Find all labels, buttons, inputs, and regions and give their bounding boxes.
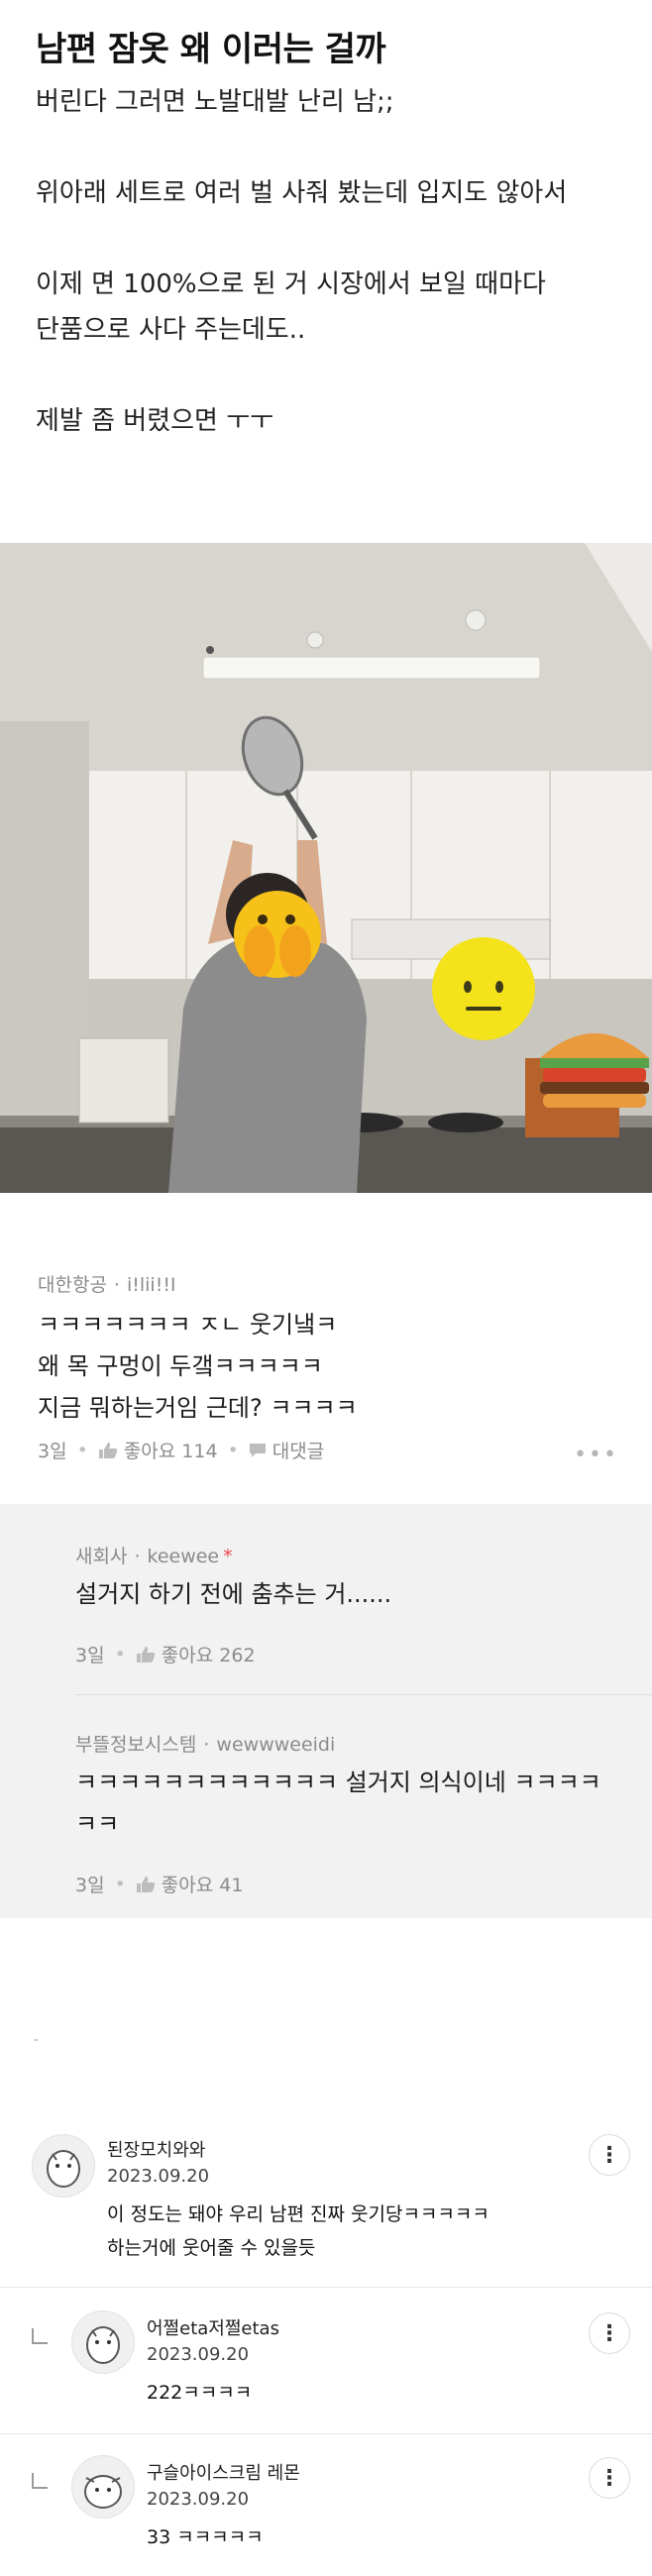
comment-line: 왜 목 구멍이 두갴ㅋㅋㅋㅋㅋ xyxy=(38,1352,323,1380)
comment-menu-button[interactable]: ⋮ xyxy=(589,2312,630,2354)
post-line: 위아래 세트로 여러 벌 사줘 봤는데 입지도 않아서 xyxy=(36,178,568,208)
author-mark: * xyxy=(223,1546,233,1567)
neutral-face-emoji-icon xyxy=(432,937,535,1040)
post-line: 버린다 그러면 노발대발 난리 남;; xyxy=(36,87,394,117)
thumbs-up-icon xyxy=(136,1876,156,1892)
kitchen-photo-icon xyxy=(0,543,652,1193)
separator-dot: • xyxy=(76,1439,88,1461)
reply-meta: 새회사 · keewee * xyxy=(75,1546,233,1567)
author-name[interactable]: i!lii!!I xyxy=(127,1274,176,1296)
comment-line: 222ㅋㅋㅋㅋ xyxy=(147,2382,253,2404)
comment-line: 하는거에 웃어줄 수 있을듯 xyxy=(107,2237,316,2259)
comment-divider xyxy=(0,2287,652,2288)
comment-menu-button[interactable]: ⋮ xyxy=(589,2457,630,2499)
reply-body: ㅋㅋㅋㅋㅋㅋㅋㅋㅋㅋㅋㅋ 설거지 의식이네 ㅋㅋㅋㅋ ㅋㅋ xyxy=(75,1762,610,1845)
comment-text: 이 정도는 돼야 우리 남편 진짜 웃기당ㅋㅋㅋㅋㅋ 하는거에 웃어줄 수 있을… xyxy=(107,2198,489,2265)
reply-time: 3일 xyxy=(75,1875,105,1896)
comment-line: 33 ㅋㅋㅋㅋㅋ xyxy=(147,2526,264,2548)
comment-date: 2023.09.20 xyxy=(147,2344,250,2365)
reply-meta: 부뜰정보시스템 · wewwweeidi xyxy=(75,1734,336,1756)
reply-button[interactable]: 대댓글 xyxy=(249,1437,324,1463)
post-line: 단품으로 사다 주는데도.. xyxy=(36,315,306,345)
post-title: 남편 잠옷 왜 이러는 걸까 xyxy=(36,30,386,69)
like-button[interactable]: 좋아요 114 xyxy=(98,1437,218,1463)
reply-label: 대댓글 xyxy=(272,1441,325,1462)
more-vertical-icon: ⋮ xyxy=(598,2142,620,2168)
avatar[interactable] xyxy=(71,2310,135,2374)
post-photo[interactable] xyxy=(0,543,652,1193)
comment-nickname[interactable]: 어쩔eta저쩔etas xyxy=(147,2314,279,2340)
comment-nickname[interactable]: 구슬아이스크림 레몬 xyxy=(147,2459,300,2485)
like-count: 좋아요 41 xyxy=(161,1875,244,1896)
comment-divider xyxy=(0,2433,652,2434)
page: 남편 잠옷 왜 이러는 걸까 버린다 그러면 노발대발 난리 남;; 위아래 세… xyxy=(0,0,652,2576)
comment-text: 33 ㅋㅋㅋㅋㅋ xyxy=(147,2521,264,2554)
reply-divider xyxy=(75,1694,652,1695)
reply-time: 3일 xyxy=(75,1645,105,1666)
comment-date: 2023.09.20 xyxy=(147,2489,250,2510)
divider-mark xyxy=(34,2039,38,2041)
more-vertical-icon: ⋮ xyxy=(598,2320,620,2346)
reply-arrow-icon xyxy=(32,2473,48,2489)
company-name: 새회사 xyxy=(75,1546,128,1567)
comment-menu-button[interactable]: ⋮ xyxy=(589,2134,630,2176)
comment-meta: 대한항공 · i!lii!!I xyxy=(38,1274,176,1296)
default-avatar-icon xyxy=(47,2150,80,2188)
author-name[interactable]: wewwweeidi xyxy=(216,1734,335,1756)
face-with-hands-emoji-icon xyxy=(234,891,321,978)
avatar[interactable] xyxy=(71,2455,135,2519)
post-line xyxy=(36,216,616,262)
separator-dot: • xyxy=(114,1643,126,1665)
comment-line: ㅋㅋㅋㅋㅋㅋㅋ ㅈㄴ 웃기냌ㅋ xyxy=(38,1311,338,1339)
reply-footer: 3일 • 좋아요 41 xyxy=(75,1871,243,1897)
comment-line: 지금 뭐하는거임 근데? ㅋㅋㅋㅋ xyxy=(38,1394,358,1422)
company-name: 대한항공 xyxy=(38,1274,107,1296)
more-vertical-icon: ⋮ xyxy=(598,2465,620,2491)
avatar[interactable] xyxy=(32,2134,95,2198)
replies-section: 새회사 · keewee * 설거지 하기 전에 춤추는 거...... 3일 • 좋… xyxy=(0,1504,652,1918)
speech-bubble-icon xyxy=(249,1443,266,1457)
comment-nickname[interactable]: 된장모치와와 xyxy=(107,2136,205,2162)
reply-line: 설거지 하기 전에 춤추는 거...... xyxy=(75,1580,392,1608)
reply-line: ㅋㅋ xyxy=(75,1810,120,1838)
like-button[interactable]: 좋아요 41 xyxy=(136,1871,244,1897)
default-avatar-icon xyxy=(84,2475,122,2509)
like-count: 좋아요 262 xyxy=(161,1645,256,1666)
post-line: 제발 좀 버렸으면 ㅜㅜ xyxy=(36,406,274,436)
comment-date: 2023.09.20 xyxy=(107,2166,210,2187)
comment-footer: 3일 • 좋아요 114 • 대댓글 xyxy=(38,1437,324,1463)
comment-text: 222ㅋㅋㅋㅋ xyxy=(147,2376,252,2410)
separator-dot: • xyxy=(114,1873,126,1895)
thumbs-up-icon xyxy=(98,1442,118,1458)
comment-time: 3일 xyxy=(38,1441,67,1462)
reply-footer: 3일 • 좋아요 262 xyxy=(75,1641,256,1667)
reply-body: 설거지 하기 전에 춤추는 거...... xyxy=(75,1573,610,1615)
reply-arrow-icon xyxy=(32,2328,48,2344)
like-count: 좋아요 114 xyxy=(123,1441,218,1462)
separator-dot: • xyxy=(227,1439,239,1461)
comment-body: ㅋㅋㅋㅋㅋㅋㅋ ㅈㄴ 웃기냌ㅋ 왜 목 구멍이 두갴ㅋㅋㅋㅋㅋ 지금 뭐하는거임… xyxy=(38,1304,358,1429)
post-line: 이제 면 100%으로 된 거 시장에서 보일 때마다 xyxy=(36,269,546,299)
post-line xyxy=(36,353,616,398)
default-avatar-icon xyxy=(86,2326,120,2364)
like-button[interactable]: 좋아요 262 xyxy=(136,1641,256,1667)
more-options-icon[interactable]: ••• xyxy=(574,1443,618,1467)
author-name[interactable]: keewee xyxy=(148,1546,220,1567)
comment-line: 이 정도는 돼야 우리 남편 진짜 웃기당ㅋㅋㅋㅋㅋ xyxy=(107,2203,489,2225)
post-line xyxy=(36,125,616,170)
reply-line: ㅋㅋㅋㅋㅋㅋㅋㅋㅋㅋㅋㅋ 설거지 의식이네 ㅋㅋㅋㅋ xyxy=(75,1769,601,1796)
company-name: 부뜰정보시스템 xyxy=(75,1734,197,1756)
post: 남편 잠옷 왜 이러는 걸까 버린다 그러면 노발대발 난리 남;; 위아래 세… xyxy=(0,0,652,444)
thumbs-up-icon xyxy=(136,1646,156,1663)
